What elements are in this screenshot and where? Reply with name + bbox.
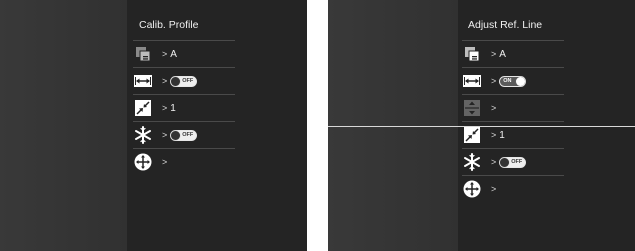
toggle-label: ON xyxy=(503,77,512,84)
right-device-screen: Adjust Ref. Line > A > ON > > 1 > OFF > xyxy=(328,0,635,251)
menu-panel: Calib. Profile > A > OFF > 1 > OFF > xyxy=(127,0,307,251)
toggle-label: OFF xyxy=(182,77,194,84)
chevron-right-icon: > xyxy=(162,76,168,86)
menu-item-calib-profile[interactable]: > A xyxy=(133,41,235,67)
zoom-in-arrows-icon xyxy=(462,125,482,145)
toggle-switch[interactable]: OFF xyxy=(170,129,198,141)
toggle-knob xyxy=(500,157,510,167)
profile-value: A xyxy=(170,48,177,60)
reference-line[interactable] xyxy=(328,126,635,127)
toggle-switch[interactable]: OFF xyxy=(170,75,198,87)
chevron-right-icon: > xyxy=(162,130,168,140)
snowflake-icon xyxy=(133,125,153,145)
chevron-right-icon: > xyxy=(491,130,497,140)
calib-profile-icon xyxy=(133,44,153,64)
horizontal-arrows-icon xyxy=(462,71,482,91)
chevron-right-icon: > xyxy=(162,103,168,113)
left-device-screen: Calib. Profile > A > OFF > 1 > OFF > xyxy=(0,0,307,251)
menu-item-freeze[interactable]: > OFF xyxy=(462,149,564,175)
horizontal-arrows-icon xyxy=(133,71,153,91)
menu-title: Calib. Profile xyxy=(139,19,199,31)
menu-item-horizontal-adjust[interactable]: > ON xyxy=(462,68,564,94)
chevron-right-icon: > xyxy=(491,184,497,194)
calib-profile-icon xyxy=(462,44,482,64)
menu-item-move[interactable]: > xyxy=(462,176,564,202)
menu-item-freeze[interactable]: > OFF xyxy=(133,122,235,148)
camera-view xyxy=(0,0,127,251)
profile-value: A xyxy=(499,48,506,60)
chevron-right-icon: > xyxy=(491,49,497,59)
toggle-knob xyxy=(171,130,181,140)
chevron-right-icon: > xyxy=(491,76,497,86)
zoom-in-arrows-icon xyxy=(133,98,153,118)
toggle-switch[interactable]: ON xyxy=(499,75,527,87)
menu-item-zoom[interactable]: > 1 xyxy=(133,95,235,121)
menu-title: Adjust Ref. Line xyxy=(468,19,543,31)
menu-item-horizontal-adjust[interactable]: > OFF xyxy=(133,68,235,94)
snowflake-icon xyxy=(462,152,482,172)
zoom-value: 1 xyxy=(499,129,505,141)
chevron-right-icon: > xyxy=(162,157,168,167)
menu-item-move[interactable]: > xyxy=(133,149,235,175)
toggle-knob xyxy=(171,76,181,86)
toggle-switch[interactable]: OFF xyxy=(499,156,527,168)
move-cross-icon xyxy=(462,179,482,199)
move-cross-icon xyxy=(133,152,153,172)
chevron-right-icon: > xyxy=(491,103,497,113)
chevron-right-icon: > xyxy=(162,49,168,59)
vertical-adjust-icon xyxy=(462,98,482,118)
toggle-knob xyxy=(516,76,526,86)
toggle-label: OFF xyxy=(182,131,194,138)
menu-item-calib-profile[interactable]: > A xyxy=(462,41,564,67)
toggle-label: OFF xyxy=(511,158,523,165)
zoom-value: 1 xyxy=(170,102,176,114)
chevron-right-icon: > xyxy=(491,157,497,167)
menu-item-vertical-adjust[interactable]: > xyxy=(462,95,564,121)
